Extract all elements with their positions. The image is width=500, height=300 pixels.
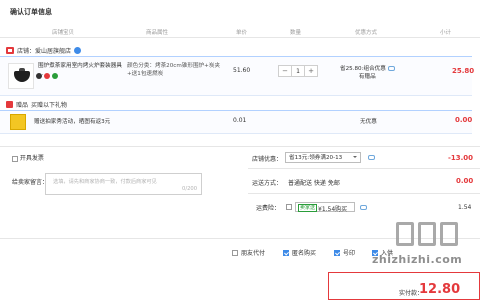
- store-discount-select[interactable]: 省13元:领券满20-13: [285, 152, 361, 163]
- col-header-promo: 优惠方式: [355, 30, 378, 36]
- item-name[interactable]: 围炉煮茶家用室内烤火炉套装器具 ...: [38, 62, 123, 78]
- invoice-label: 开具发票: [19, 155, 44, 162]
- gift-header-detail: 买赠以下礼物: [31, 102, 68, 109]
- watermark-glyph-icon: [418, 222, 436, 246]
- quantity-value[interactable]: 1: [291, 66, 305, 76]
- row-divider: [248, 193, 480, 194]
- promo-line-2: 有赠品: [358, 74, 376, 80]
- payment-summary: 实付款： 12.80: [328, 272, 480, 300]
- store-name[interactable]: 店铺：爱山居旗舰店: [17, 46, 71, 55]
- message-textarea[interactable]: 选填，请先和商家协商一致，付款后商家可见 0/200: [45, 173, 202, 195]
- col-header-spec: 商品属性: [146, 30, 169, 36]
- insurance-checkbox[interactable]: [286, 204, 292, 210]
- watermark-glyph-icon: [396, 222, 414, 246]
- anonymous-label: 匿名购买: [292, 250, 317, 257]
- gift-price: 0.01: [233, 117, 247, 124]
- col-header-subtotal: 小计: [440, 30, 452, 36]
- item-subtotal: 25.80: [452, 67, 475, 75]
- decrease-button[interactable]: −: [279, 66, 291, 76]
- gift-header: 赠品 买赠以下礼物: [6, 100, 67, 109]
- watermark-logo: [396, 222, 458, 246]
- row-divider: [248, 168, 480, 169]
- increase-button[interactable]: +: [305, 66, 317, 76]
- store-row: 店铺：爱山居旗舰店: [6, 46, 82, 55]
- friend-pay-checkbox[interactable]: [232, 249, 238, 256]
- insurance-box: 卖家送 ¥1.54购买: [295, 202, 355, 213]
- gift-promo: 无优惠: [360, 119, 377, 125]
- shipping-method: 普通配送 快递 免邮: [288, 180, 340, 187]
- shipping-amount: 0.00: [456, 177, 474, 185]
- gift-header-label: 赠品: [16, 102, 29, 109]
- chat-contact-icon[interactable]: [74, 47, 82, 54]
- item-thumbnail[interactable]: [8, 63, 34, 89]
- discount-info-icon[interactable]: [368, 155, 375, 160]
- gift-icon: [6, 101, 13, 108]
- col-header-qty: 数量: [290, 30, 302, 36]
- store-discount-value: 省13元:领券满20-13: [289, 155, 343, 161]
- insurance-info-icon[interactable]: [360, 205, 367, 210]
- stove-icon: [14, 68, 30, 82]
- col-header-price: 单价: [236, 30, 248, 36]
- anonymous-option[interactable]: 匿名购买: [283, 248, 316, 257]
- extra-label: 号印: [343, 250, 356, 257]
- invoice-checkbox[interactable]: [12, 155, 18, 162]
- gift-thumbnail[interactable]: [10, 114, 26, 130]
- item-spec: 颜色分类：烤茶20cm锥形围炉+炭夹+送1包速燃炭: [127, 63, 221, 77]
- promo-info-icon[interactable]: [387, 66, 395, 71]
- message-placeholder: 选填，请先和商家协商一致，付款后商家可见: [53, 179, 157, 185]
- order-item: 围炉煮茶家用室内烤火炉套装器具 ... 颜色分类：烤茶20cm锥形围炉+炭夹+送…: [0, 56, 475, 96]
- extra-option[interactable]: 号印: [334, 248, 355, 257]
- insurance-price: ¥1.54购买: [318, 206, 348, 213]
- section-divider: [0, 146, 480, 147]
- quantity-stepper[interactable]: − 1 +: [278, 65, 318, 77]
- header-divider: [0, 37, 480, 38]
- gift-subtotal: 0.00: [455, 116, 473, 124]
- payment-amount: 12.80: [419, 282, 461, 297]
- page-title: 确认订单信息: [10, 8, 52, 16]
- friend-pay-option[interactable]: 朋友代付: [232, 248, 265, 257]
- invoice-option[interactable]: 开具发票: [12, 153, 44, 162]
- message-label: 给卖家留言：: [12, 179, 49, 186]
- insurance-tag: 卖家送: [298, 204, 318, 212]
- store-discount-amount: -13.00: [448, 154, 474, 162]
- friend-pay-label: 朋友代付: [241, 250, 266, 257]
- col-header-item: 店铺宝贝: [52, 30, 75, 36]
- insurance-amount: 1.54: [458, 204, 472, 211]
- gift-name[interactable]: 赠送拍家秀活动，晒图有返3元: [34, 117, 110, 125]
- store-icon: [6, 47, 14, 54]
- promo-line-1: 省25.80:组合优惠: [340, 66, 386, 72]
- insurance-label: 运费险：: [256, 205, 281, 212]
- shipping-label: 运送方式：: [252, 180, 283, 187]
- watermark-glyph-icon: [440, 222, 458, 246]
- message-char-count: 0/200: [182, 186, 197, 192]
- item-unit-price: 51.60: [233, 67, 251, 74]
- gift-item: 赠送拍家秀活动，晒图有返3元 0.01 无优惠 0.00: [0, 110, 472, 134]
- item-promotion: 省25.80:组合优惠 有赠品: [340, 65, 395, 81]
- watermark-text: zhizhizhi.com: [372, 253, 463, 266]
- store-discount-label: 店铺优惠：: [252, 156, 283, 163]
- extra-checkbox[interactable]: [334, 249, 340, 256]
- anonymous-checkbox[interactable]: [283, 249, 289, 256]
